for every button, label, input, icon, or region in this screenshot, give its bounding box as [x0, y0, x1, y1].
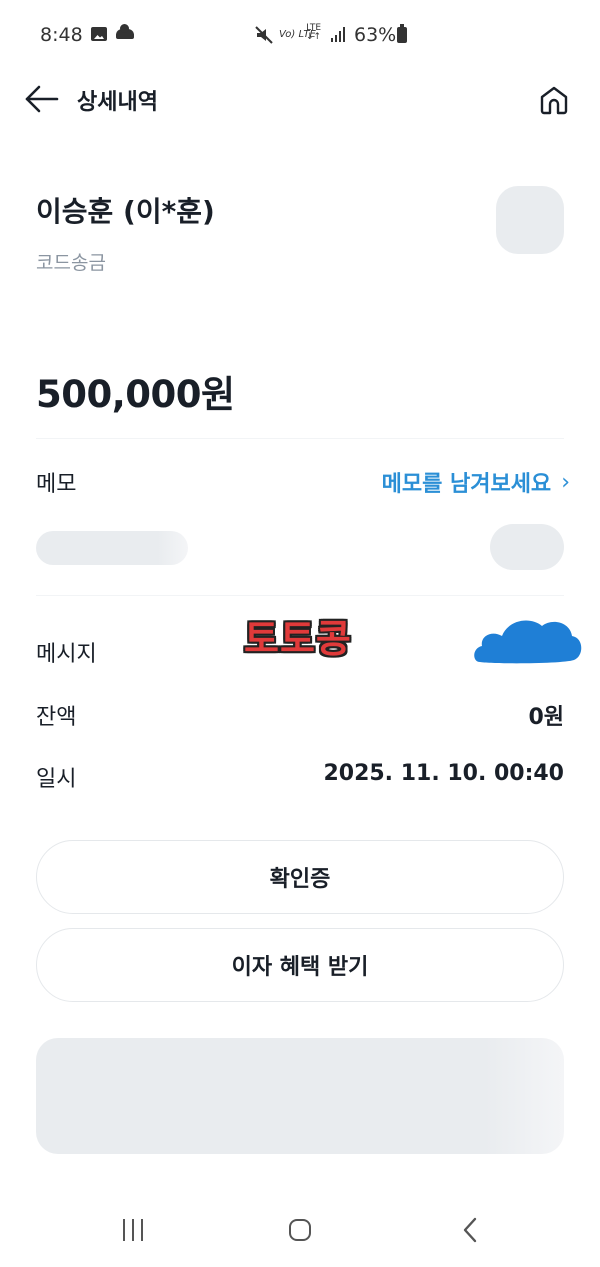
recipient-avatar: [496, 186, 564, 254]
memo-link-text: 메모를 남겨보세요: [381, 472, 552, 497]
interest-benefit-button[interactable]: 이자 혜택 받기: [36, 928, 564, 1002]
message-label: 메시지: [36, 642, 97, 667]
status-time: 8:48: [40, 24, 83, 46]
lte-arrows: ↓↑: [306, 32, 322, 42]
battery-icon: [397, 24, 407, 43]
battery-percent: 63%: [354, 24, 397, 46]
recent-apps-icon[interactable]: [121, 1219, 145, 1241]
divider: [36, 595, 564, 596]
placeholder-banner: [36, 1038, 564, 1154]
memo-add-link[interactable]: 메모를 남겨보세요 ›: [382, 466, 570, 498]
lte-indicator: LTE ↓↑: [306, 24, 321, 42]
datetime-value: 2025. 11. 10. 00:40: [323, 761, 564, 786]
transfer-amount: 500,000원: [36, 373, 235, 416]
datetime-label: 일시: [36, 767, 77, 792]
divider: [36, 438, 564, 439]
cloud-icon: [116, 24, 134, 39]
certificate-button[interactable]: 확인증: [36, 840, 564, 914]
nav-home-icon[interactable]: [289, 1219, 311, 1241]
balance-label: 잔액: [36, 705, 77, 730]
page-title: 상세내역: [77, 90, 158, 115]
nav-back-icon[interactable]: [460, 1216, 480, 1244]
signal-icon: [331, 27, 347, 42]
placeholder-toggle: [490, 524, 564, 570]
memo-label: 메모: [36, 472, 77, 497]
placeholder-pill: [36, 531, 188, 565]
back-button[interactable]: [24, 84, 60, 114]
status-bar: 8:48 Vo) LTE LTE ↓↑ 63%: [0, 0, 600, 70]
balance-value: 0원: [528, 705, 564, 730]
screen: 8:48 Vo) LTE LTE ↓↑ 63% 상세내역 이승훈 (이*훈) 코…: [0, 0, 600, 1267]
transfer-type: 코드송금: [36, 252, 106, 274]
watermark-text: 토토콩: [244, 617, 352, 661]
recipient-name: 이승훈 (이*훈): [36, 195, 215, 228]
mute-icon: [255, 26, 273, 44]
chevron-right-icon: ›: [561, 469, 570, 495]
home-icon[interactable]: [538, 84, 570, 116]
gallery-icon: [91, 27, 107, 41]
redaction-cloud-icon: [474, 620, 582, 664]
